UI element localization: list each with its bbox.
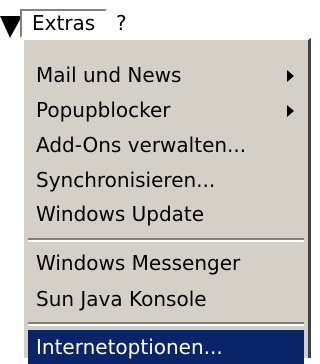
menu-extras[interactable]: Extras — [20, 9, 108, 38]
menu-item-label: Windows Update — [36, 202, 205, 226]
menu-item-sun-java-konsole[interactable]: Sun Java Konsole — [24, 282, 308, 316]
menu-item-label: Mail und News — [36, 63, 182, 87]
menu-bar: Extras ? — [20, 0, 311, 40]
menu-item-windows-messenger[interactable]: Windows Messenger — [24, 246, 308, 280]
menu-extras-label: Extras — [32, 11, 96, 35]
menu-item-internetoptionen[interactable]: Internetoptionen... — [28, 330, 304, 364]
menu-item-label: Add-Ons verwalten... — [36, 133, 247, 157]
submenu-arrow-icon — [287, 70, 294, 82]
menu-item-label: Sun Java Konsole — [36, 287, 207, 311]
menu-item-synchronisieren[interactable]: Synchronisieren... — [24, 163, 308, 197]
menu-item-label: Synchronisieren... — [36, 168, 216, 192]
menu-item-label: Windows Messenger — [36, 251, 241, 275]
menu-item-label: Popupblocker — [36, 98, 171, 122]
menu-help[interactable]: ? — [106, 9, 137, 38]
menu-item-mail-und-news[interactable]: Mail und News — [24, 58, 308, 92]
submenu-arrow-icon — [287, 105, 294, 117]
menu-item-windows-update[interactable]: Windows Update — [24, 197, 308, 231]
menu-help-label: ? — [116, 11, 127, 35]
menu-item-label: Internetoptionen... — [36, 335, 223, 359]
menu-item-add-ons-verwalten[interactable]: Add-Ons verwalten... — [24, 128, 308, 162]
extras-dropdown-menu: Mail und News Popupblocker Add-Ons verwa… — [22, 38, 311, 364]
menu-separator — [28, 238, 304, 242]
menu-item-popupblocker[interactable]: Popupblocker — [24, 93, 308, 127]
menu-separator — [28, 322, 304, 326]
